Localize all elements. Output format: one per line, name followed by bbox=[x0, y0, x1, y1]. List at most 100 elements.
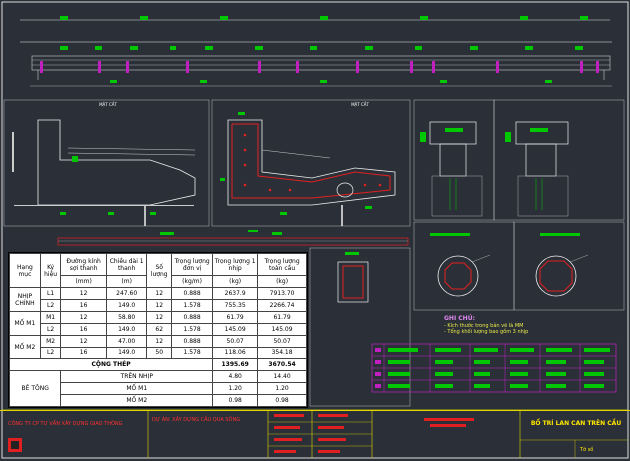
qty-cell: 12 bbox=[146, 299, 173, 312]
unit-weight-cell: 0.888 bbox=[171, 287, 214, 301]
table-header-row: Hạng mục Ký hiệu Đường kính sợi thanh Ch… bbox=[9, 252, 307, 289]
table-header: Trọng lượng toàn cầu bbox=[257, 252, 307, 277]
concrete-total: 14.40 bbox=[257, 370, 307, 384]
dia-cell: 12 bbox=[60, 287, 107, 301]
table-row: L2 16 149.0 50 1.578 118.06 354.18 bbox=[10, 346, 307, 360]
table-row: MỐ M1 M1 12 58.80 12 0.888 61.79 61.79 bbox=[9, 310, 307, 336]
concrete-row: BÊ TÔNG TRÊN NHỊP 4.80 14.40 bbox=[8, 370, 307, 407]
code-cell: M1 bbox=[39, 310, 62, 324]
code-cell: L1 bbox=[39, 287, 62, 301]
table-header: Hạng mục bbox=[9, 252, 41, 289]
len-cell: 47.00 bbox=[105, 334, 148, 348]
table-header: Trọng lượng đơn vị bbox=[171, 252, 214, 277]
table-header: Đường kính sợi thanh bbox=[60, 252, 107, 277]
note-item: - Tổng khối lượng bao gồm 3 nhịp bbox=[444, 329, 529, 335]
unit-weight-cell: 1.578 bbox=[171, 322, 214, 336]
len-cell: 149.0 bbox=[105, 299, 148, 312]
concrete-item: MỐ M2 bbox=[60, 394, 214, 407]
table-header: Số lượng bbox=[146, 252, 173, 289]
total-label: CỘNG THÉP bbox=[8, 358, 214, 372]
weight-span-cell: 118.06 bbox=[212, 346, 259, 360]
unit-weight-cell: 1.578 bbox=[171, 346, 214, 360]
weight-span-cell: 61.79 bbox=[212, 310, 259, 324]
pipe-section-2 bbox=[513, 221, 625, 311]
company-name: CÔNG TY CP TƯ VẤN XÂY DỰNG GIAO THÔNG bbox=[8, 421, 123, 427]
dia-cell: 16 bbox=[60, 322, 107, 336]
section-detail-left: MẶT CẮT bbox=[3, 99, 210, 227]
group-cell: MỐ M2 bbox=[9, 334, 41, 360]
unit-cell: (mm) bbox=[60, 275, 107, 289]
total-span: 1395.69 bbox=[212, 358, 259, 372]
table-row: L2 16 149.0 12 1.578 755.35 2266.74 bbox=[10, 299, 307, 312]
steel-quantity-table: Hạng mục Ký hiệu Đường kính sợi thanh Ch… bbox=[8, 252, 308, 408]
table-row: NHỊP CHÍNH L1 12 247.60 12 0.888 2637.9 … bbox=[9, 287, 307, 312]
dia-cell: 16 bbox=[60, 346, 107, 360]
table-row: MỐ M2 M2 12 47.00 12 0.888 50.07 50.07 bbox=[9, 334, 307, 360]
dia-cell: 12 bbox=[60, 310, 107, 324]
weight-total-cell: 50.07 bbox=[257, 334, 307, 348]
post-detail-1 bbox=[413, 99, 495, 221]
table-header: Trọng lượng 1 nhịp bbox=[212, 252, 259, 277]
concrete-span: 1.20 bbox=[212, 382, 259, 396]
notes-heading: GHI CHÚ: bbox=[444, 315, 475, 322]
weight-total-cell: 7913.70 bbox=[257, 287, 307, 301]
table-header: Ký hiệu bbox=[39, 252, 62, 289]
concrete-span: 0.98 bbox=[212, 394, 259, 407]
concrete-span: 4.80 bbox=[212, 370, 259, 384]
cad-drawing-canvas[interactable]: MẶT CẮT MẶT CẮT Hạng mục Ký hiệu Đường k… bbox=[0, 0, 630, 460]
group-cell: MỐ M1 bbox=[9, 310, 41, 336]
len-cell: 247.60 bbox=[105, 287, 148, 301]
concrete-item: MỐ M1 bbox=[60, 382, 214, 396]
qty-cell: 12 bbox=[146, 334, 173, 348]
table-header: Chiều dài 1 thanh bbox=[105, 252, 148, 277]
len-cell: 149.0 bbox=[105, 346, 148, 360]
unit-cell: (kg/m) bbox=[171, 275, 214, 289]
weight-span-cell: 755.35 bbox=[212, 299, 259, 312]
title-block: CÔNG TY CP TƯ VẤN XÂY DỰNG GIAO THÔNG DỰ… bbox=[0, 410, 630, 461]
code-cell: L2 bbox=[39, 322, 62, 336]
deck-plan-strip bbox=[57, 230, 409, 246]
pipe-section-1 bbox=[413, 221, 515, 311]
code-cell: M2 bbox=[39, 334, 62, 348]
unit-cell: (m) bbox=[105, 275, 148, 289]
unit-weight-cell: 1.578 bbox=[171, 299, 214, 312]
qty-cell: 12 bbox=[146, 310, 173, 324]
svg-text:MẶT CẮT: MẶT CẮT bbox=[351, 102, 369, 107]
concrete-label: BÊ TÔNG bbox=[8, 370, 62, 407]
weight-total-cell: 354.18 bbox=[257, 346, 307, 360]
section-detail-rebar: MẶT CẮT bbox=[211, 99, 411, 227]
dia-cell: 12 bbox=[60, 334, 107, 348]
column-detail bbox=[309, 247, 411, 407]
unit-weight-cell: 0.888 bbox=[171, 334, 214, 348]
weight-span-cell: 2637.9 bbox=[212, 287, 259, 301]
total-all: 3670.54 bbox=[257, 358, 307, 372]
post-detail-2 bbox=[493, 99, 625, 221]
svg-text:MẶT CẮT: MẶT CẮT bbox=[99, 102, 117, 107]
concrete-total: 0.98 bbox=[257, 394, 307, 407]
code-cell: L2 bbox=[39, 346, 62, 360]
weight-total-cell: 2266.74 bbox=[257, 299, 307, 312]
dia-cell: 16 bbox=[60, 299, 107, 312]
drawing-notes: GHI CHÚ: - Kích thước trong bản vẽ là MM… bbox=[444, 315, 584, 336]
qty-cell: 12 bbox=[146, 287, 173, 301]
weight-span-cell: 50.07 bbox=[212, 334, 259, 348]
concrete-item: TRÊN NHỊP bbox=[60, 370, 214, 384]
group-cell: NHỊP CHÍNH bbox=[9, 287, 41, 312]
total-row: CỘNG THÉP 1395.69 3670.54 bbox=[8, 358, 307, 372]
table-row: L2 16 149.0 62 1.578 145.09 145.09 bbox=[10, 322, 307, 336]
railing-elevation bbox=[20, 16, 612, 87]
weight-total-cell: 145.09 bbox=[257, 322, 307, 336]
drawing-title: BỐ TRÍ LAN CAN TRÊN CẦU bbox=[530, 420, 622, 427]
len-cell: 149.0 bbox=[105, 322, 148, 336]
qty-cell: 62 bbox=[146, 322, 173, 336]
unit-cell: (kg) bbox=[257, 275, 307, 289]
quantity-legend-table bbox=[371, 343, 617, 393]
code-cell: L2 bbox=[39, 299, 62, 312]
concrete-total: 1.20 bbox=[257, 382, 307, 396]
weight-span-cell: 145.09 bbox=[212, 322, 259, 336]
weight-total-cell: 61.79 bbox=[257, 310, 307, 324]
qty-cell: 50 bbox=[146, 346, 173, 360]
sheet-number: Tờ số bbox=[580, 447, 594, 453]
len-cell: 58.80 bbox=[105, 310, 148, 324]
unit-cell: (kg) bbox=[212, 275, 259, 289]
